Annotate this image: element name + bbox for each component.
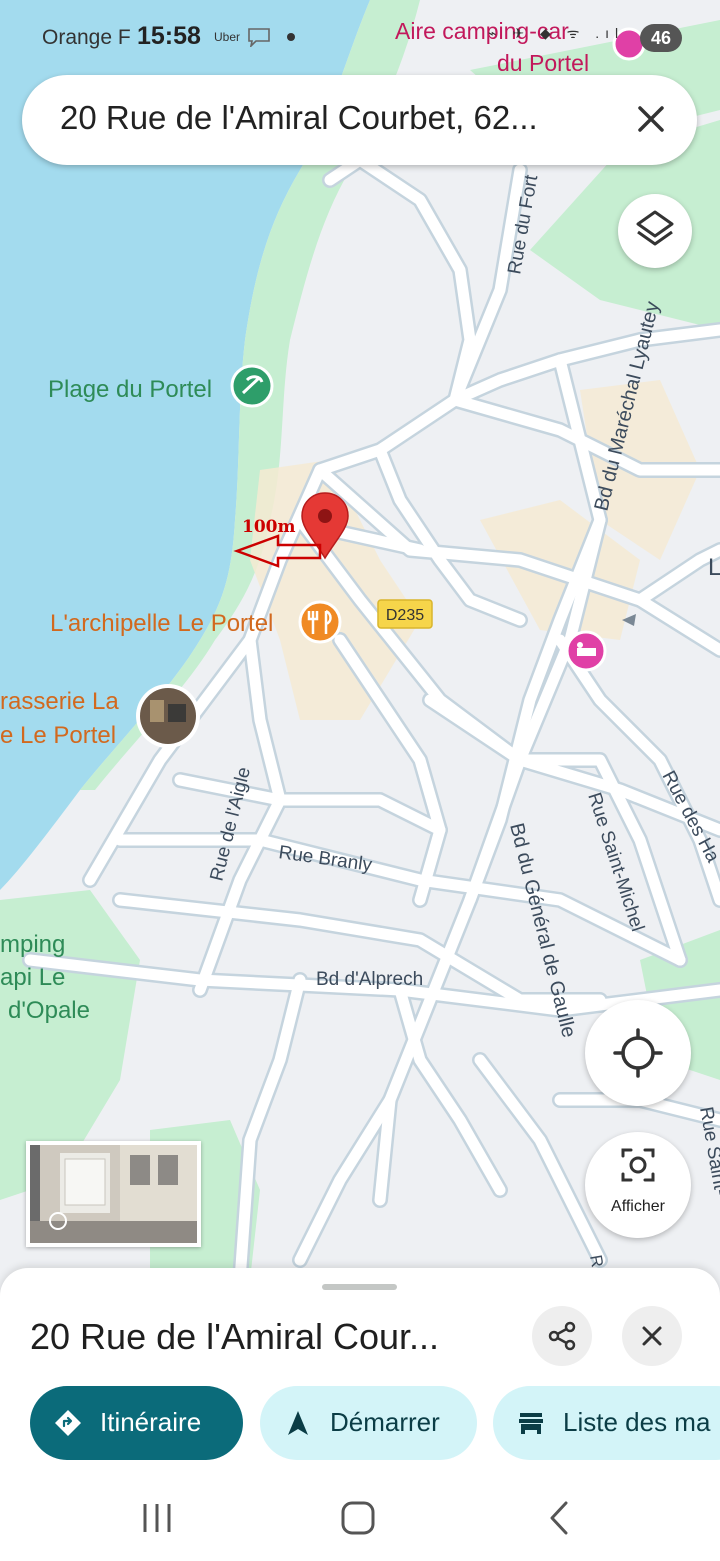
poi-archipelle-label[interactable]: L'archipelle Le Portel xyxy=(50,610,273,637)
layers-button[interactable] xyxy=(618,194,692,268)
share-button[interactable] xyxy=(532,1306,592,1366)
directions-button[interactable]: Itinéraire xyxy=(30,1386,243,1460)
svg-text:D235: D235 xyxy=(386,607,424,624)
map-edge-label-l: L xyxy=(708,554,720,581)
chat-bubble-icon xyxy=(248,28,270,47)
uber-notification-icon: Uber xyxy=(214,30,241,44)
close-icon[interactable] xyxy=(629,97,673,141)
beach-icon[interactable] xyxy=(230,364,274,408)
close-sheet-button[interactable] xyxy=(622,1306,682,1366)
status-bar: Orange F 15:58 Uber ⌁ ✈ ◆ ᯤ .ıl 46 xyxy=(0,0,720,75)
start-label: Démarrer xyxy=(330,1407,440,1437)
afficher-label: Afficher xyxy=(611,1198,665,1215)
home-icon[interactable] xyxy=(338,1498,378,1538)
afficher-button[interactable]: Afficher xyxy=(585,1132,691,1238)
poi-camping-label-3[interactable]: d'Opale xyxy=(8,997,90,1024)
poi-plage-label[interactable]: Plage du Portel xyxy=(48,376,212,403)
search-bar[interactable]: 20 Rue de l'Amiral Courbet, 62... xyxy=(22,75,697,165)
street-bd-alprech: Bd d'Alprech xyxy=(316,969,423,990)
street-view-thumbnail[interactable] xyxy=(26,1141,201,1247)
save-to-list-button[interactable]: Liste des ma xyxy=(493,1386,720,1460)
poi-camping-label-2[interactable]: api Le xyxy=(0,964,65,991)
store-icon xyxy=(519,1413,543,1434)
hotel-icon[interactable] xyxy=(565,630,607,672)
brasserie-photo-icon[interactable] xyxy=(136,684,200,748)
share-icon xyxy=(548,1321,576,1351)
search-query-text[interactable]: 20 Rue de l'Amiral Courbet, 62... xyxy=(60,99,600,137)
system-nav-bar xyxy=(0,1470,720,1561)
distance-annotation: 100m xyxy=(242,517,295,537)
restaurant-icon[interactable] xyxy=(298,600,342,644)
poi-brasserie-label[interactable]: rasserie La xyxy=(0,688,119,715)
poi-camping-label[interactable]: mping xyxy=(0,931,65,958)
battery-indicator: 46 xyxy=(640,24,682,52)
carrier-name: Orange F xyxy=(42,26,131,49)
sheet-drag-handle[interactable] xyxy=(322,1284,397,1290)
directions-icon xyxy=(55,1410,81,1436)
directions-label: Itinéraire xyxy=(100,1407,202,1437)
save-to-list-label: Liste des ma xyxy=(563,1407,711,1437)
back-icon[interactable] xyxy=(540,1498,580,1538)
my-location-icon xyxy=(613,1028,663,1078)
my-location-button[interactable] xyxy=(585,1000,691,1106)
navigation-arrow-icon xyxy=(288,1411,308,1435)
place-title: 20 Rue de l'Amiral Cour... xyxy=(30,1316,440,1357)
clock: 15:58 xyxy=(137,22,201,50)
road-badge-d235: D235 xyxy=(377,599,433,629)
recents-icon[interactable] xyxy=(137,1498,177,1538)
notification-dot xyxy=(287,33,295,41)
start-button[interactable]: Démarrer xyxy=(260,1386,477,1460)
close-icon xyxy=(642,1326,662,1346)
layers-icon xyxy=(636,210,674,246)
signal-icons: ⌁ ✈ ◆ ᯤ .ıl xyxy=(488,25,625,41)
street-view-photo xyxy=(30,1145,197,1243)
poi-brasserie-label-2[interactable]: e Le Portel xyxy=(0,722,116,749)
